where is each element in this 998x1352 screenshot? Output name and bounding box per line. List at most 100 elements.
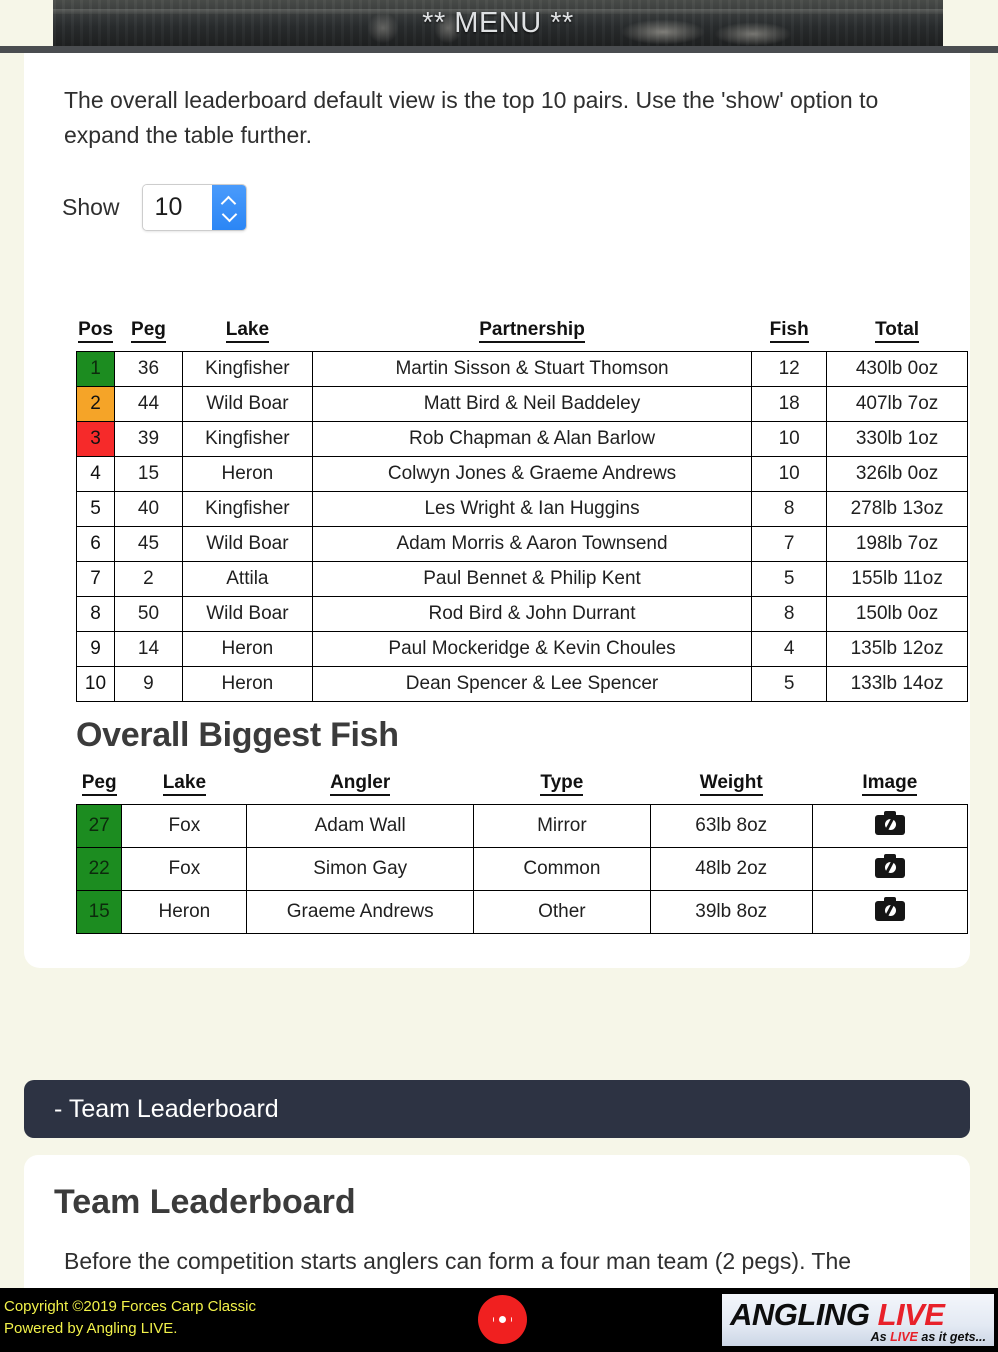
cell-lake: Wild Boar — [181, 526, 313, 562]
overall-leaderboard-table: Pos Peg Lake Partnership Fish Total 1 36 K… — [76, 318, 968, 702]
table-row: 27 Fox Adam Wall Mirror 63lb 8oz — [75, 804, 969, 848]
column-header-angler: Angler — [247, 771, 474, 805]
cell-pos: 2 — [76, 386, 115, 422]
cell-pos: 6 — [76, 526, 115, 562]
cell-type: Other — [472, 890, 651, 934]
cell-partnership: Paul Mockeridge & Kevin Choules — [311, 631, 753, 667]
cell-total: 150lb 0oz — [826, 596, 968, 632]
camera-icon[interactable] — [874, 854, 905, 878]
cell-peg: 39 — [113, 421, 183, 457]
live-record-icon[interactable] — [478, 1295, 527, 1344]
cell-partnership: Paul Bennet & Philip Kent — [311, 561, 753, 597]
cell-fish-lake: Heron — [121, 890, 248, 934]
cell-fish: 7 — [751, 526, 828, 562]
cell-peg: 50 — [113, 596, 183, 632]
cell-total: 330lb 1oz — [826, 421, 968, 457]
cell-peg: 14 — [113, 631, 183, 667]
column-header-partnership: Partnership — [312, 318, 751, 352]
camera-icon[interactable] — [874, 811, 905, 835]
logo-angling-text: ANGLING — [730, 1297, 870, 1332]
cell-pos: 8 — [76, 596, 115, 632]
overall-intro-text: The overall leaderboard default view is … — [64, 87, 879, 148]
cell-pos: 3 — [76, 421, 115, 457]
footer-copyright-line1: Copyright ©2019 Forces Carp Classic — [4, 1298, 256, 1315]
cell-total: 430lb 0oz — [826, 351, 968, 387]
cell-weight: 48lb 2oz — [649, 847, 813, 891]
cell-fish-lake: Fox — [121, 847, 248, 891]
stepper-arrows[interactable] — [211, 185, 246, 230]
cell-pos: 5 — [76, 491, 115, 527]
cell-total: 135lb 12oz — [826, 631, 968, 667]
table-row: 3 39 Kingfisher Rob Chapman & Alan Barlow 10… — [76, 421, 968, 457]
cell-lake: Kingfisher — [181, 351, 313, 387]
logo-tagline: As LIVE as it gets... — [871, 1330, 986, 1344]
cell-partnership: Rod Bird & John Durrant — [311, 596, 753, 632]
cell-image[interactable] — [811, 890, 969, 934]
table-row: 7 2 Attila Paul Bennet & Philip Kent 5 155lb … — [76, 561, 968, 597]
team-leaderboard-text: Before the competition starts anglers ca… — [64, 1248, 852, 1274]
table-row: 9 14 Heron Paul Mockeridge & Kevin Choules 4… — [76, 631, 968, 667]
show-control-row: Show 10 — [62, 184, 247, 231]
cell-peg: 44 — [113, 386, 183, 422]
column-header-peg: Peg — [114, 318, 182, 352]
cell-peg: 15 — [113, 456, 183, 492]
table-row: 4 15 Heron Colwyn Jones & Graeme Andrews 10 3… — [76, 456, 968, 492]
cell-fish: 4 — [751, 631, 828, 667]
cell-total: 278lb 13oz — [826, 491, 968, 527]
cell-partnership: Les Wright & Ian Huggins — [311, 491, 753, 527]
team-leaderboard-accordion-toggle[interactable]: - Team Leaderboard — [24, 1080, 970, 1138]
camera-icon[interactable] — [874, 897, 905, 921]
cell-total: 133lb 14oz — [826, 666, 968, 702]
cell-total: 407lb 7oz — [826, 386, 968, 422]
column-header-type: Type — [473, 771, 650, 805]
table-row: 5 40 Kingfisher Les Wright & Ian Huggins 8 27… — [76, 491, 968, 527]
chevron-up-icon[interactable] — [221, 197, 236, 206]
show-count-stepper[interactable]: 10 — [141, 184, 247, 231]
logo-live-text: LIVE — [877, 1297, 945, 1332]
leaderboard-header-row: Pos Peg Lake Partnership Fish Total — [77, 318, 968, 352]
table-row: 8 50 Wild Boar Rod Bird & John Durrant 8 150l… — [76, 596, 968, 632]
team-leaderboard-heading: Team Leaderboard — [54, 1183, 356, 1221]
cell-lake: Kingfisher — [181, 421, 313, 457]
cell-peg: 9 — [113, 666, 183, 702]
column-header-total: Total — [827, 318, 968, 352]
logo-tagline-red: LIVE — [890, 1330, 918, 1344]
column-header-fish-lake: Lake — [122, 771, 247, 805]
footer-copyright-line2: Powered by Angling LIVE. — [4, 1319, 178, 1337]
cell-lake: Wild Boar — [181, 386, 313, 422]
footer-copyright: Copyright ©2019 Forces Carp Classic Powe… — [4, 1296, 256, 1340]
cell-type: Common — [472, 847, 651, 891]
cell-lake: Kingfisher — [181, 491, 313, 527]
angling-live-logo[interactable]: ANGLING LIVE As LIVE as it gets... — [722, 1294, 994, 1346]
cell-fish-peg: 27 — [75, 804, 123, 848]
cell-total: 326lb 0oz — [826, 456, 968, 492]
show-count-input[interactable]: 10 — [142, 185, 212, 230]
menu-bar[interactable]: ** MENU ** — [53, 0, 943, 46]
column-header-lake: Lake — [182, 318, 312, 352]
cell-peg: 36 — [113, 351, 183, 387]
cell-pos: 7 — [76, 561, 115, 597]
cell-partnership: Martin Sisson & Stuart Thomson — [311, 351, 753, 387]
cell-lake: Heron — [181, 456, 313, 492]
logo-wordmark: ANGLING LIVE — [730, 1297, 945, 1333]
cell-weight: 39lb 8oz — [649, 890, 813, 934]
cell-lake: Heron — [181, 631, 313, 667]
cell-fish-lake: Fox — [121, 804, 248, 848]
chevron-down-icon[interactable] — [221, 210, 236, 219]
biggest-fish-header-row: Peg Lake Angler Type Weight Image — [77, 771, 968, 805]
overall-leaderboard-card: The overall leaderboard default view is … — [24, 53, 970, 968]
cell-pos: 10 — [76, 666, 115, 702]
cell-partnership: Rob Chapman & Alan Barlow — [311, 421, 753, 457]
menu-underline-divider — [0, 46, 998, 53]
cell-fish: 5 — [751, 666, 828, 702]
cell-type: Mirror — [472, 804, 651, 848]
cell-angler: Graeme Andrews — [246, 890, 474, 934]
cell-image[interactable] — [811, 804, 969, 848]
table-row: 22 Fox Simon Gay Common 48lb 2oz — [75, 847, 969, 891]
cell-image[interactable] — [811, 847, 969, 891]
column-header-image: Image — [812, 771, 967, 805]
leaderboard-body: 1 36 Kingfisher Martin Sisson & Stuart Thom… — [76, 351, 968, 702]
cell-fish-peg: 15 — [75, 890, 123, 934]
biggest-fish-table: Peg Lake Angler Type Weight Image 27 Fox A… — [75, 771, 969, 934]
biggest-fish-body: 27 Fox Adam Wall Mirror 63lb 8oz 22 Fox Simon G… — [75, 804, 969, 934]
